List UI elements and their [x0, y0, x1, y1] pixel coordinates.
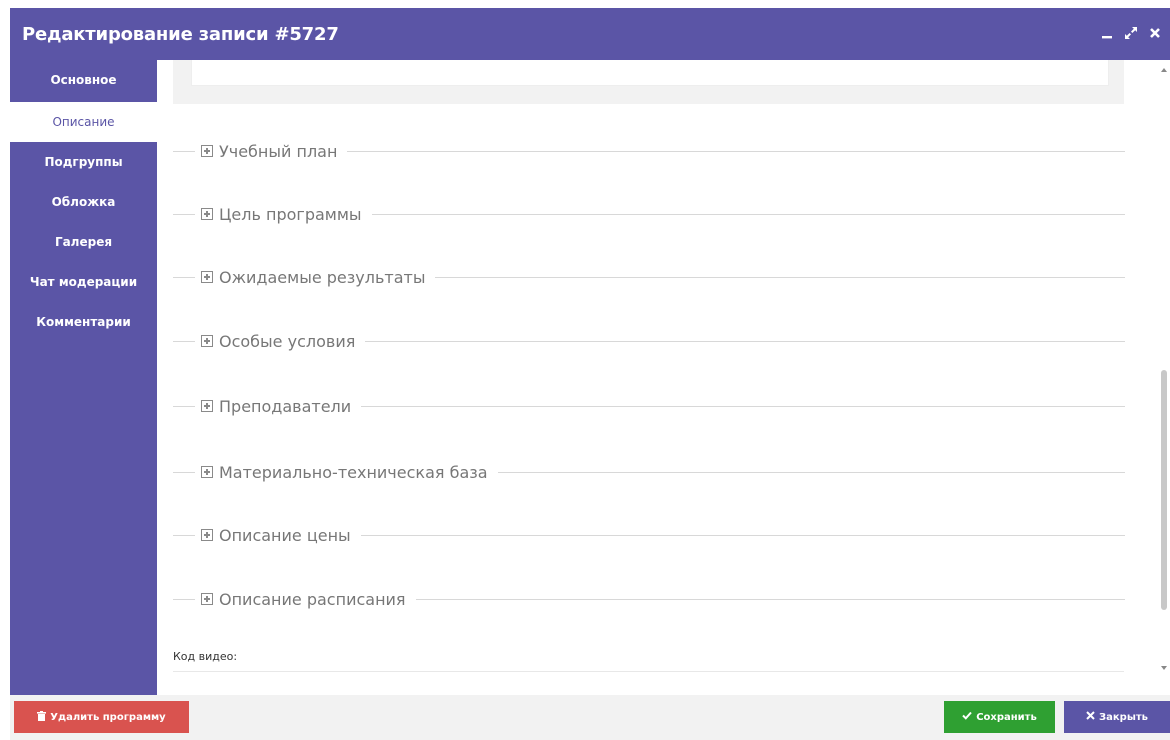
expand-icon[interactable] [1122, 22, 1140, 44]
plus-square-icon[interactable] [201, 593, 213, 605]
divider [365, 340, 1125, 342]
trash-icon [37, 710, 47, 724]
section-title: Ожидаемые результаты [219, 267, 426, 287]
divider [173, 405, 195, 407]
sidebar-item-label: Галерея [54, 235, 113, 249]
sidebar-item-subgroups[interactable]: Подгруппы [10, 142, 157, 182]
sidebar-item-label: Чат модерации [29, 275, 138, 289]
sidebar-item-label: Комментарии [36, 315, 131, 329]
sidebar-item-label: Описание [52, 115, 115, 129]
divider [371, 213, 1125, 215]
times-icon [1086, 711, 1095, 723]
divider [435, 276, 1125, 278]
close-button[interactable]: Закрыть [1064, 701, 1170, 733]
section-title: Преподаватели [219, 396, 352, 416]
previous-field-input[interactable] [191, 60, 1109, 86]
window-controls [1098, 22, 1164, 44]
divider [361, 405, 1125, 407]
section-special-conditions[interactable]: Особые условия [173, 329, 1125, 353]
divider [415, 598, 1125, 600]
divider [497, 471, 1125, 473]
description-panel: Учебный план Цель программы Ожидаемые ре… [157, 60, 1170, 695]
section-title: Описание цены [219, 525, 351, 545]
dialog-footer: Удалить программу Сохранить Закрыть [10, 695, 1170, 740]
section-schedule-description[interactable]: Описание расписания [173, 587, 1125, 611]
content-scrollbar[interactable] [1157, 60, 1170, 695]
sidebar-item-comments[interactable]: Комментарии [10, 302, 157, 342]
plus-square-icon[interactable] [201, 400, 213, 412]
scroll-up-icon[interactable] [1161, 68, 1167, 72]
delete-program-button[interactable]: Удалить программу [14, 701, 189, 733]
section-title: Цель программы [219, 204, 362, 224]
dialog-titlebar: Редактирование записи #5727 [10, 8, 1170, 60]
section-title: Особые условия [219, 331, 356, 351]
plus-square-icon[interactable] [201, 529, 213, 541]
divider [173, 276, 195, 278]
section-title: Материально-техническая база [219, 462, 488, 482]
check-icon [962, 711, 972, 723]
plus-square-icon[interactable] [201, 466, 213, 478]
plus-square-icon[interactable] [201, 145, 213, 157]
section-curriculum[interactable]: Учебный план [173, 139, 1125, 163]
scroll-down-icon[interactable] [1161, 666, 1167, 670]
plus-square-icon[interactable] [201, 208, 213, 220]
save-button[interactable]: Сохранить [944, 701, 1055, 733]
section-title: Описание расписания [219, 589, 406, 609]
sidebar-item-description[interactable]: Описание [10, 102, 157, 142]
section-teachers[interactable]: Преподаватели [173, 394, 1125, 418]
delete-program-label: Удалить программу [50, 711, 166, 723]
sidebar-item-label: Обложка [51, 195, 116, 209]
sidebar-item-gallery[interactable]: Галерея [10, 222, 157, 262]
sidebar-item-moderation-chat[interactable]: Чат модерации [10, 262, 157, 302]
divider [173, 150, 195, 152]
divider [173, 534, 195, 536]
section-price-description[interactable]: Описание цены [173, 523, 1125, 547]
video-code-input[interactable] [173, 671, 1124, 672]
divider [173, 471, 195, 473]
divider [347, 150, 1125, 152]
previous-field-box [173, 60, 1124, 104]
sidebar-item-label: Основное [50, 73, 117, 87]
dialog-title: Редактирование записи #5727 [22, 24, 339, 45]
minimize-icon[interactable] [1098, 22, 1116, 44]
sidebar-item-main[interactable]: Основное [10, 60, 157, 100]
edit-record-dialog: Редактирование записи #5727 Основное Опи… [10, 8, 1170, 740]
divider [173, 340, 195, 342]
sidebar-item-label: Подгруппы [44, 155, 123, 169]
video-code-label: Код видео: [173, 650, 238, 663]
divider [173, 598, 195, 600]
section-material-base[interactable]: Материально-техническая база [173, 460, 1125, 484]
close-label: Закрыть [1099, 711, 1148, 723]
sidebar-item-cover[interactable]: Обложка [10, 182, 157, 222]
section-expected-results[interactable]: Ожидаемые результаты [173, 265, 1125, 289]
divider [173, 213, 195, 215]
sidebar: Основное Описание Подгруппы Обложка Гале… [10, 60, 157, 695]
plus-square-icon[interactable] [201, 335, 213, 347]
scrollbar-thumb[interactable] [1161, 370, 1167, 610]
section-title: Учебный план [219, 141, 338, 161]
divider [360, 534, 1125, 536]
close-icon[interactable] [1146, 22, 1164, 44]
save-label: Сохранить [976, 711, 1037, 723]
plus-square-icon[interactable] [201, 271, 213, 283]
section-program-goal[interactable]: Цель программы [173, 202, 1125, 226]
